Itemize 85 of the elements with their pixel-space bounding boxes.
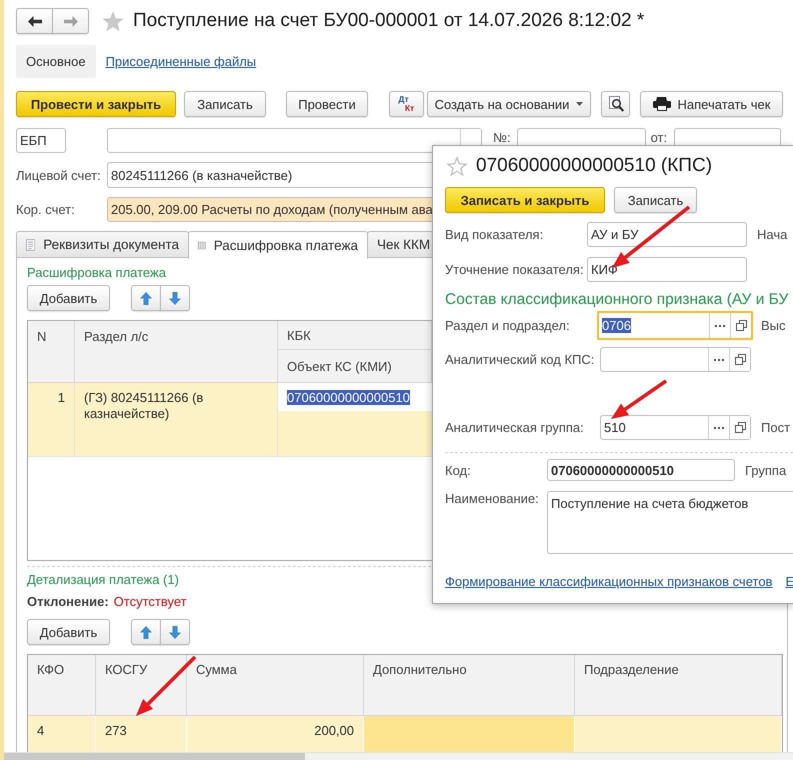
field-label: Вид показателя: [445,227,544,242]
copy-icon [734,354,746,365]
toolbar-button[interactable]: Провести [286,91,368,117]
group-heading: Состав классификационного признака (АУ и БУ [445,291,788,309]
field-label: Аналитическая группа: [445,420,584,435]
deviation-value: Отсутствует [114,594,187,609]
table-row[interactable]: 1 (ГЗ) 80245111266 (в казначействе) 07060000000000510 [28,383,432,457]
choice-field[interactable]: 510 [600,415,751,440]
back-button[interactable] [16,8,53,34]
column-header: Объект КС (КМИ) [278,350,432,383]
section-heading: Расшифровка платежа [27,265,166,280]
column-header: КОСГУ [96,655,187,716]
section-link[interactable]: Присоединенные файлы [106,54,256,69]
primary-button[interactable]: Записать и закрыть [445,187,605,213]
copy-icon [734,422,746,433]
tab[interactable]: Чек ККМ [367,231,434,258]
field-label: Выс [761,318,786,333]
add-button[interactable]: Добавить [27,285,110,311]
copy-icon [736,320,746,331]
form-link[interactable]: Формирование классификационных признаков счетов [445,574,772,589]
dropdown-button[interactable]: Создать на основании [427,91,591,117]
tab[interactable]: Расшифровка платежа [188,231,368,259]
code-field[interactable]: 07060000000000510 [547,459,735,481]
star-icon[interactable] [103,12,123,30]
column-header: N [28,321,75,383]
move-down-button[interactable] [160,619,190,645]
field-label: Нача [757,227,788,242]
open-button[interactable] [729,416,750,439]
column-header: Дополнительно [364,655,575,716]
toolbar-button[interactable]: Записать [184,91,266,117]
table-cell: 1 [28,383,75,456]
choice-field[interactable] [600,347,751,372]
move-up-button[interactable] [131,619,161,645]
text-field[interactable]: КИФ [587,257,747,282]
primary-button[interactable]: Провести и закрыть [16,91,176,117]
field-label: Уточнение показателя: [445,262,584,277]
scrollbar-thumb[interactable] [4,753,305,760]
date-label: от: [650,130,668,145]
name-textarea[interactable]: Поступление на счета бюджетов [547,491,793,554]
dialog-title: 07060000000000510 (КПС) [476,155,712,177]
tab[interactable]: Реквизиты документа [16,231,189,258]
select-field[interactable] [107,128,482,153]
column-header: Подразделение [575,655,782,716]
scrollbar-track[interactable] [4,752,793,760]
arrow-up-icon [140,292,152,304]
search-button[interactable] [601,91,630,117]
save-button[interactable]: Записать [614,187,697,213]
column-header: Сумма [187,655,364,716]
search-icon [608,96,624,112]
arrow-down-icon [169,626,181,638]
annotation-arrow [611,379,668,419]
table-row[interactable]: 4 273 200,00 [28,716,782,752]
column-header: КФО [28,655,96,716]
print-button[interactable]: Напечатать чек [640,91,783,117]
number-label: №: [493,130,511,145]
deviation-label: Отклонение: [27,594,109,609]
star-icon[interactable] [447,156,467,176]
move-down-button[interactable] [160,285,190,311]
field-label: Пост [761,420,790,435]
field-label: Раздел и подраздел: [445,318,570,333]
field-label: Лицевой счет: [16,168,101,182]
section-tab[interactable]: Основное [16,45,96,78]
arrow-right-icon [64,16,78,26]
debit-credit-button[interactable]: Дт Кт [389,91,424,117]
move-up-button[interactable] [131,285,161,311]
choice-field[interactable]: 0706 [597,311,753,340]
type-field[interactable]: ЕБП [16,128,66,153]
field-label: Группа [745,462,786,478]
add-button[interactable]: Добавить [27,619,110,645]
field-label: Наименование: [445,491,539,506]
window-title: Поступление на счет БУ00-000001 от 14.07.2026 8:12:02 * [133,10,644,32]
open-button[interactable] [729,348,750,371]
arrow-left-icon [28,16,42,26]
document-icon [26,236,36,252]
printer-icon [652,97,671,111]
text-field[interactable]: АУ и БУ [587,222,747,247]
arrow-down-icon [169,292,181,304]
field-label: Аналитический код КПС: [445,352,594,367]
column-header: Раздел л/с [75,321,278,383]
caret-icon [576,102,584,106]
arrow-up-icon [140,626,152,638]
section-heading: Детализация платежа (1) [27,572,179,587]
field-label: Кор. счет: [16,202,75,217]
field-label: Код: [445,462,471,478]
column-header: КБК [278,321,432,350]
